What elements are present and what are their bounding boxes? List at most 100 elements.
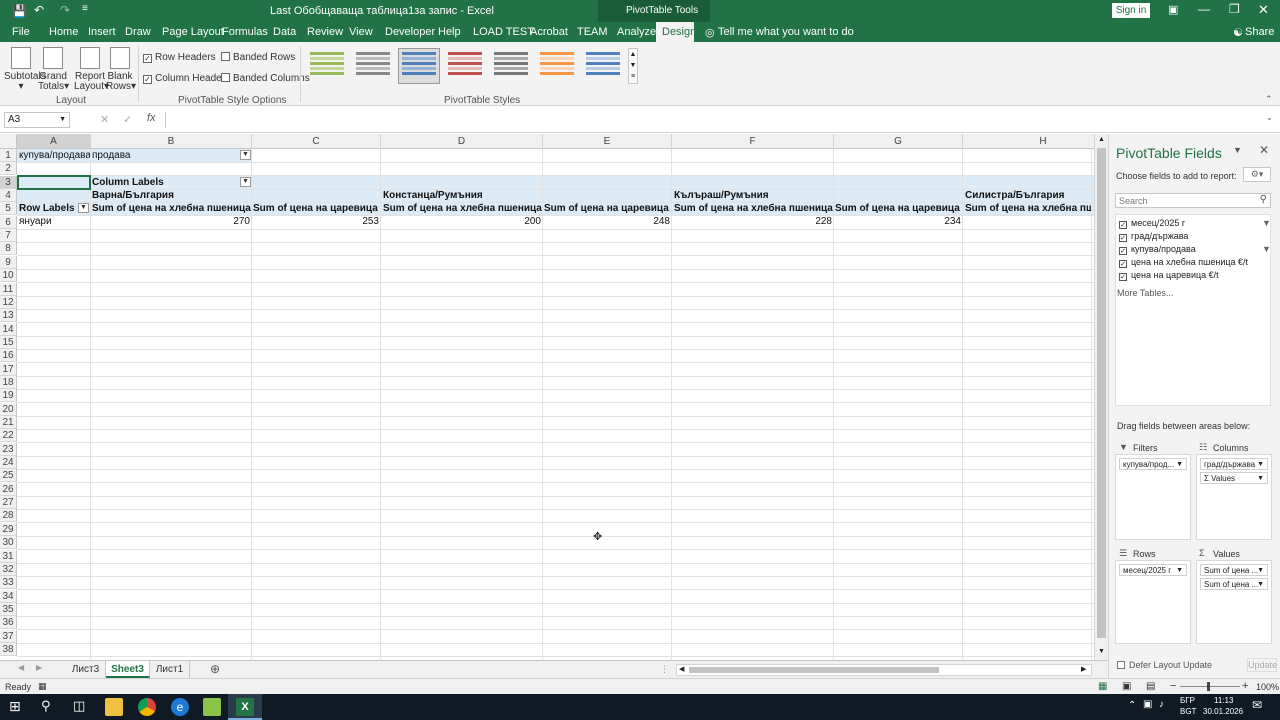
volume-icon[interactable]: ♪: [1159, 699, 1164, 710]
rows-area[interactable]: месец/2025 г ▼: [1115, 560, 1191, 644]
redo-icon[interactable]: ↷: [60, 3, 70, 17]
network-icon[interactable]: ▣: [1143, 699, 1152, 710]
worksheet-grid[interactable]: A B C D E F G H 1 2 3 4 5 6 7 8 9 10 11 12 13 14 15 16 1…: [0, 134, 1108, 660]
pane-options-dropdown-icon[interactable]: ▼: [1233, 145, 1242, 155]
save-icon[interactable]: 💾: [12, 4, 27, 18]
tell-me-box[interactable]: Tell me what you want to do: [718, 26, 854, 38]
ribbon-display-icon[interactable]: ▣: [1168, 3, 1178, 16]
pill-dropdown-icon[interactable]: ▼: [1257, 579, 1264, 589]
value-cell[interactable]: 200: [383, 215, 541, 228]
tab-help[interactable]: Help: [438, 26, 461, 38]
row-header-37[interactable]: 37: [0, 629, 17, 643]
value-pill[interactable]: Sum of цена ... ▼: [1200, 578, 1268, 590]
tab-data[interactable]: Data: [273, 26, 296, 38]
row-labels-filter-icon[interactable]: ▼: [78, 203, 89, 213]
tab-home[interactable]: Home: [49, 26, 78, 38]
tab-page-layout[interactable]: Page Layout: [162, 26, 224, 38]
banded-columns-checkbox[interactable]: Banded Columns: [221, 73, 310, 84]
row-header-3[interactable]: 3: [0, 175, 17, 189]
styles-scroll[interactable]: ▲ ▼ ≡: [628, 48, 638, 84]
tab-analyze[interactable]: Analyze: [617, 26, 656, 38]
row-header-28[interactable]: 28: [0, 509, 17, 523]
pivot-style-1[interactable]: [306, 48, 348, 84]
checkbox-empty-icon[interactable]: [1117, 661, 1125, 669]
columns-area[interactable]: град/държава ▼ Σ Values ▼: [1196, 454, 1272, 540]
row-header-38[interactable]: 38: [0, 642, 17, 656]
filter-pill[interactable]: купува/прод... ▼: [1119, 458, 1187, 470]
minimize-icon[interactable]: —: [1198, 2, 1210, 16]
pivot-style-5[interactable]: [490, 48, 532, 84]
checkbox-checked-icon[interactable]: ✓: [1119, 273, 1127, 281]
name-box-dropdown-icon[interactable]: ▼: [59, 113, 66, 127]
checkbox-checked-icon[interactable]: ✓: [1119, 221, 1127, 229]
pill-dropdown-icon[interactable]: ▼: [1257, 565, 1264, 575]
zoom-out-icon[interactable]: −: [1170, 680, 1176, 692]
undo-icon[interactable]: ↶: [34, 3, 44, 17]
value-cell[interactable]: 234: [835, 215, 961, 228]
tab-acrobat[interactable]: Acrobat: [530, 26, 568, 38]
filter-value-cell[interactable]: продава: [92, 149, 232, 162]
scroll-right-icon[interactable]: ▶: [1081, 665, 1086, 673]
row-header-36[interactable]: 36: [0, 616, 17, 630]
tab-view[interactable]: View: [349, 26, 373, 38]
normal-view-icon[interactable]: ▦: [1098, 681, 1107, 692]
vertical-scrollbar[interactable]: ▲ ▼: [1094, 134, 1108, 660]
row-header-24[interactable]: 24: [0, 456, 17, 470]
row-header-2[interactable]: 2: [0, 162, 17, 176]
row-header-17[interactable]: 17: [0, 362, 17, 376]
tab-draw[interactable]: Draw: [125, 26, 151, 38]
app-icon[interactable]: [203, 698, 221, 716]
row-header-31[interactable]: 31: [0, 549, 17, 563]
row-header-13[interactable]: 13: [0, 309, 17, 323]
row-header-15[interactable]: 15: [0, 335, 17, 349]
column-pill-values[interactable]: Σ Values ▼: [1200, 472, 1268, 484]
row-header-34[interactable]: 34: [0, 589, 17, 603]
sheet-tab-list3[interactable]: Лист3: [66, 661, 106, 678]
tab-split-icon[interactable]: ⋮: [660, 664, 669, 675]
row-header-29[interactable]: 29: [0, 522, 17, 536]
column-header-e[interactable]: E: [543, 134, 672, 149]
column-header-c[interactable]: C: [252, 134, 381, 149]
row-headers-checkbox[interactable]: ✓ Row Headers: [143, 52, 216, 63]
column-header-h[interactable]: H: [963, 134, 1108, 149]
row-header-18[interactable]: 18: [0, 375, 17, 389]
column-header-f[interactable]: F: [672, 134, 834, 149]
row-header-9[interactable]: 9: [0, 255, 17, 269]
insert-function-icon[interactable]: fx: [147, 112, 156, 124]
row-header-7[interactable]: 7: [0, 229, 17, 243]
blank-rows-button[interactable]: Blank Rows▾: [106, 47, 136, 92]
grand-totals-button[interactable]: Grand Totals▾: [38, 47, 69, 92]
close-icon[interactable]: ✕: [1258, 2, 1269, 18]
row-header-11[interactable]: 11: [0, 282, 17, 296]
field-buy-sell[interactable]: ✓ купува/продава: [1119, 244, 1196, 255]
active-cell-a3[interactable]: [17, 175, 91, 190]
horizontal-scroll-thumb[interactable]: [689, 667, 939, 673]
row-header-6[interactable]: 6: [0, 215, 17, 229]
pivot-style-3-selected[interactable]: [398, 48, 440, 84]
task-view-icon[interactable]: ◫: [73, 698, 85, 714]
row-header-27[interactable]: 27: [0, 496, 17, 510]
tab-team[interactable]: TEAM: [577, 26, 608, 38]
report-layout-button[interactable]: Report Layout▾: [74, 47, 109, 92]
language-indicator[interactable]: БГР: [1180, 696, 1195, 705]
clock-time[interactable]: 11:13: [1214, 696, 1233, 705]
tab-load-test[interactable]: LOAD TEST: [473, 26, 534, 38]
zoom-in-icon[interactable]: +: [1242, 680, 1248, 692]
row-header-16[interactable]: 16: [0, 349, 17, 363]
tab-formulas[interactable]: Formulas: [222, 26, 268, 38]
field-search-input[interactable]: Search ⚲: [1115, 193, 1271, 208]
taskbar-excel-active[interactable]: X: [228, 694, 262, 720]
column-headers-checkbox[interactable]: ✓ Column Headers: [143, 73, 230, 84]
prev-sheet-icon[interactable]: ◀: [18, 663, 24, 672]
next-sheet-icon[interactable]: ▶: [36, 663, 42, 672]
more-tables-link[interactable]: More Tables...: [1117, 288, 1173, 298]
signin-button[interactable]: Sign in: [1112, 3, 1150, 18]
pill-dropdown-icon[interactable]: ▼: [1176, 565, 1183, 575]
pill-dropdown-icon[interactable]: ▼: [1176, 459, 1183, 469]
share-button[interactable]: Share: [1245, 26, 1274, 38]
pill-dropdown-icon[interactable]: ▼: [1257, 459, 1264, 469]
defer-layout-checkbox[interactable]: Defer Layout Update: [1117, 660, 1212, 670]
filter-field-cell[interactable]: купува/продава: [19, 149, 90, 162]
field-city[interactable]: ✓ град/държава: [1119, 231, 1188, 242]
filter-applied-icon[interactable]: ▼: [240, 150, 251, 160]
